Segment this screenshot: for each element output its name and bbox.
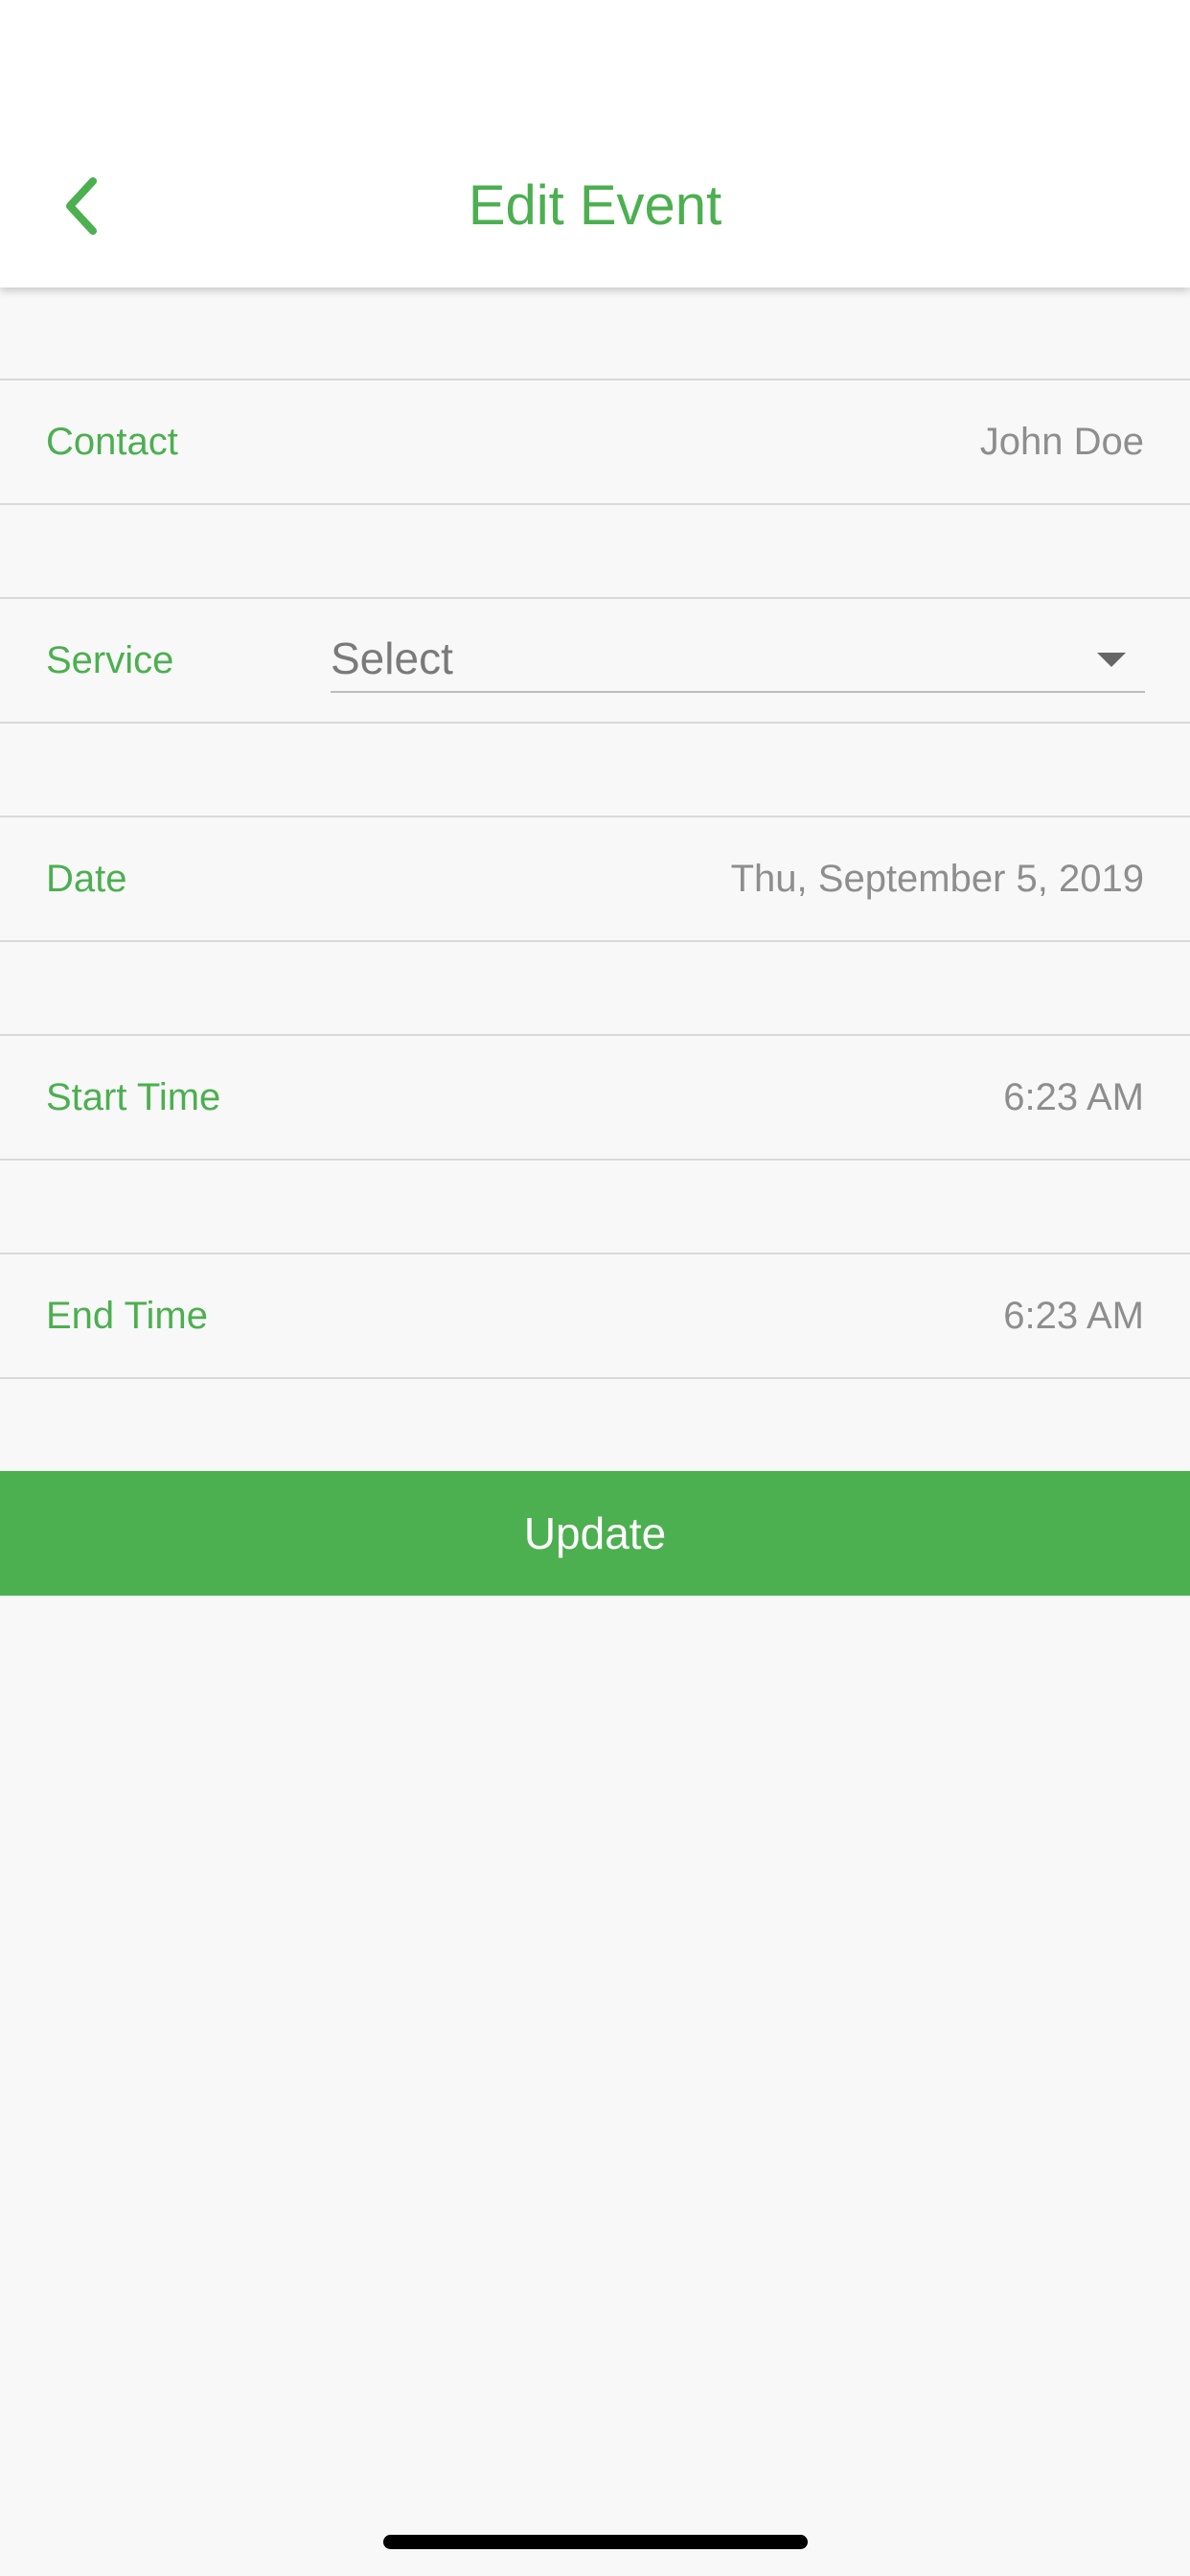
date-value: Thu, September 5, 2019 [730,858,1144,900]
start-time-value: 6:23 AM [1003,1076,1144,1118]
contact-value: John Doe [979,421,1144,463]
nav-header: Edit Event [0,0,1190,288]
home-indicator[interactable] [383,2535,808,2549]
update-button[interactable]: Update [0,1471,1190,1596]
service-row: Service Select [0,597,1190,724]
contact-label: Contact [46,421,178,463]
edit-event-screen: Edit Event Contact John Doe Service Sele… [0,0,1190,2576]
date-row[interactable]: Date Thu, September 5, 2019 [0,816,1190,942]
start-time-row[interactable]: Start Time 6:23 AM [0,1034,1190,1161]
end-time-value: 6:23 AM [1003,1295,1144,1337]
contact-row[interactable]: Contact John Doe [0,379,1190,505]
service-select[interactable]: Select [331,626,1145,693]
end-time-label: End Time [46,1295,208,1337]
service-label: Service [46,639,174,681]
end-time-row[interactable]: End Time 6:23 AM [0,1253,1190,1379]
start-time-label: Start Time [46,1076,221,1118]
service-select-value: Select [331,633,453,683]
date-label: Date [46,858,127,900]
dropdown-arrow-icon [1097,653,1126,667]
page-title: Edit Event [468,174,722,237]
